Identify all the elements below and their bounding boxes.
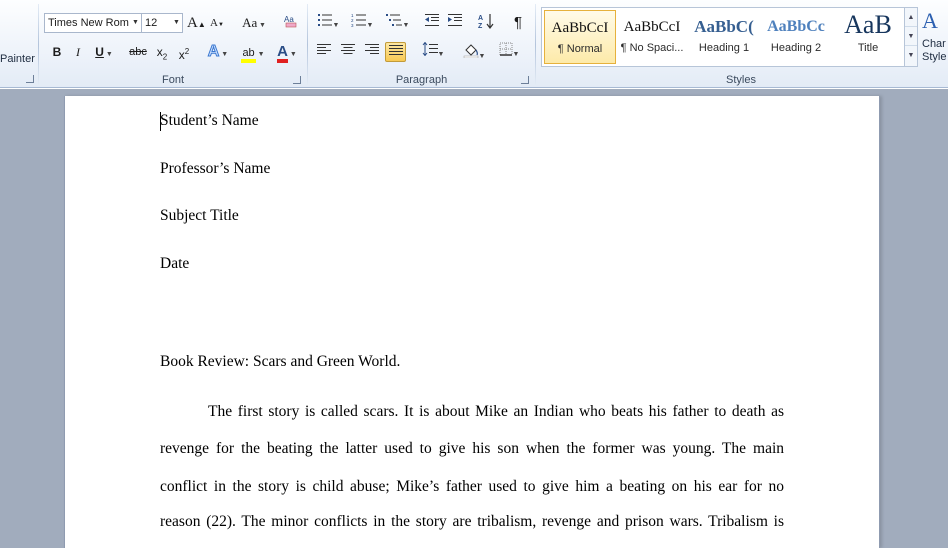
align-right-icon xyxy=(365,44,379,54)
multilevel-list-icon xyxy=(385,14,402,26)
chevron-down-icon: ▼ xyxy=(366,22,374,29)
chevron-down-icon: ▼ xyxy=(257,21,266,29)
align-left-icon xyxy=(317,44,331,54)
book-review-title[interactable]: Book Review: Scars and Green World. xyxy=(160,353,784,371)
font-color-icon: A xyxy=(277,44,288,63)
text-effects-button[interactable]: A ▼ xyxy=(205,42,231,62)
chevron-down-icon: ▼ xyxy=(437,51,445,58)
paragraph-dialog-launcher-icon[interactable] xyxy=(521,76,529,84)
line-spacing-button[interactable]: ▼ xyxy=(418,41,448,62)
superscript-two: 2 xyxy=(184,47,190,56)
justify-icon xyxy=(388,45,403,55)
styles-group-label: Styles xyxy=(726,74,756,86)
justify-button[interactable] xyxy=(385,42,406,62)
font-name-value: Times New Rom xyxy=(48,17,129,29)
strikethrough-button[interactable]: abc xyxy=(127,42,149,62)
change-case-label: Aa xyxy=(242,15,258,30)
chevron-down-icon[interactable]: ▼ xyxy=(130,14,141,32)
chevron-down-icon: ▼ xyxy=(512,51,520,58)
show-formatting-marks-button[interactable]: ¶ xyxy=(508,13,528,33)
underline-button[interactable]: U ▼ xyxy=(91,42,117,62)
clipboard-dialog-launcher-icon[interactable] xyxy=(26,75,34,83)
superscript-button[interactable]: x2 xyxy=(175,42,193,62)
multilevel-list-button[interactable]: ▼ xyxy=(382,13,412,33)
shading-button[interactable]: ▼ xyxy=(458,42,490,62)
increase-indent-button[interactable] xyxy=(445,13,465,33)
borders-button[interactable]: ▼ xyxy=(494,42,524,62)
align-right-button[interactable] xyxy=(362,42,382,62)
paragraph-line[interactable]: conflict in the story is child abuse; Mi… xyxy=(160,478,784,496)
chevron-down-icon: ▼ xyxy=(402,22,410,29)
chevron-down-icon: ▼ xyxy=(219,51,229,58)
ribbon: Painter Times New Rom ▼ 12 ▼ A▲ A▼ Aa ▼ … xyxy=(0,0,948,88)
student-name-line[interactable]: Student’s Name xyxy=(160,112,784,130)
grow-font-button[interactable]: A▲ xyxy=(187,13,206,33)
decrease-indent-button[interactable] xyxy=(422,13,442,33)
chevron-down-icon: ▼ xyxy=(255,51,265,58)
chevron-down-icon: ▼ xyxy=(287,51,297,58)
italic-button[interactable]: I xyxy=(70,42,86,62)
change-case-button[interactable]: Aa ▼ xyxy=(239,13,269,33)
professor-name-line[interactable]: Professor’s Name xyxy=(160,160,784,178)
chevron-down-icon: ▼ xyxy=(332,22,340,29)
shrink-font-button[interactable]: A▼ xyxy=(209,13,225,33)
numbering-icon: 1 2 3 xyxy=(351,13,366,28)
paragraph-line[interactable]: The first story is called scars. It is a… xyxy=(208,403,784,421)
highlight-button[interactable]: ab ▼ xyxy=(237,42,269,63)
svg-text:A: A xyxy=(478,15,483,22)
svg-text:Z: Z xyxy=(478,23,483,29)
paragraph-line[interactable]: reason (22). The minor conflicts in the … xyxy=(160,513,784,531)
chevron-down-icon: ▼ xyxy=(103,51,113,58)
line-spacing-icon xyxy=(422,41,438,57)
sort-button[interactable]: A Z xyxy=(476,13,496,33)
align-center-button[interactable] xyxy=(338,42,358,62)
font-name-combo[interactable]: Times New Rom ▼ xyxy=(44,13,142,33)
subscript-button[interactable]: x2 xyxy=(153,42,171,62)
clear-formatting-button[interactable]: Aa xyxy=(281,13,301,33)
grow-font-label: A xyxy=(187,15,198,31)
decrease-indent-icon xyxy=(425,14,439,26)
align-center-icon xyxy=(341,44,355,54)
bold-button[interactable]: B xyxy=(49,42,65,62)
pilcrow-icon: ¶ xyxy=(513,14,523,31)
paragraph-line[interactable]: revenge for the beating the latter used … xyxy=(160,440,784,458)
underline-label: U xyxy=(95,45,104,59)
bullets-icon xyxy=(317,14,332,26)
caret-up-icon: ▲ xyxy=(197,20,206,29)
caret-down-icon: ▼ xyxy=(218,22,224,28)
numbering-button[interactable]: 1 2 3 ▼ xyxy=(348,13,376,33)
format-painter-button[interactable]: Painter xyxy=(0,53,35,65)
chevron-down-icon[interactable]: ▼ xyxy=(171,14,182,32)
increase-indent-icon xyxy=(448,14,462,26)
font-color-button[interactable]: A ▼ xyxy=(273,42,301,63)
svg-text:3: 3 xyxy=(351,23,354,27)
font-group: Times New Rom ▼ 12 ▼ A▲ A▼ Aa ▼ Aa B I U… xyxy=(39,0,307,88)
svg-text:Aa: Aa xyxy=(284,15,294,24)
font-group-label: Font xyxy=(161,74,184,86)
paragraph-group: ▼ 1 2 3 ▼ ▼ A Z ¶ ▼ ▼ ▼ Paragraph xyxy=(308,0,535,88)
subject-title-line[interactable]: Subject Title xyxy=(160,207,784,225)
date-line[interactable]: Date xyxy=(160,255,784,273)
paint-bucket-icon xyxy=(463,44,478,59)
paragraph-group-label: Paragraph xyxy=(395,74,448,86)
font-size-value: 12 xyxy=(145,17,158,29)
subscript-two: 2 xyxy=(162,52,168,62)
shrink-font-label: A xyxy=(210,17,218,29)
styles-group: Styles xyxy=(536,0,946,88)
bullets-button[interactable]: ▼ xyxy=(314,13,342,33)
text-effects-icon: A xyxy=(207,43,220,61)
sort-az-icon: A Z xyxy=(478,14,494,30)
borders-icon xyxy=(499,42,513,56)
font-size-combo[interactable]: 12 ▼ xyxy=(141,13,183,33)
chevron-down-icon: ▼ xyxy=(478,53,486,60)
highlighter-icon: ab xyxy=(241,47,256,63)
clear-formatting-icon: Aa xyxy=(284,15,297,28)
font-dialog-launcher-icon[interactable] xyxy=(293,76,301,84)
align-left-button[interactable] xyxy=(314,42,334,62)
